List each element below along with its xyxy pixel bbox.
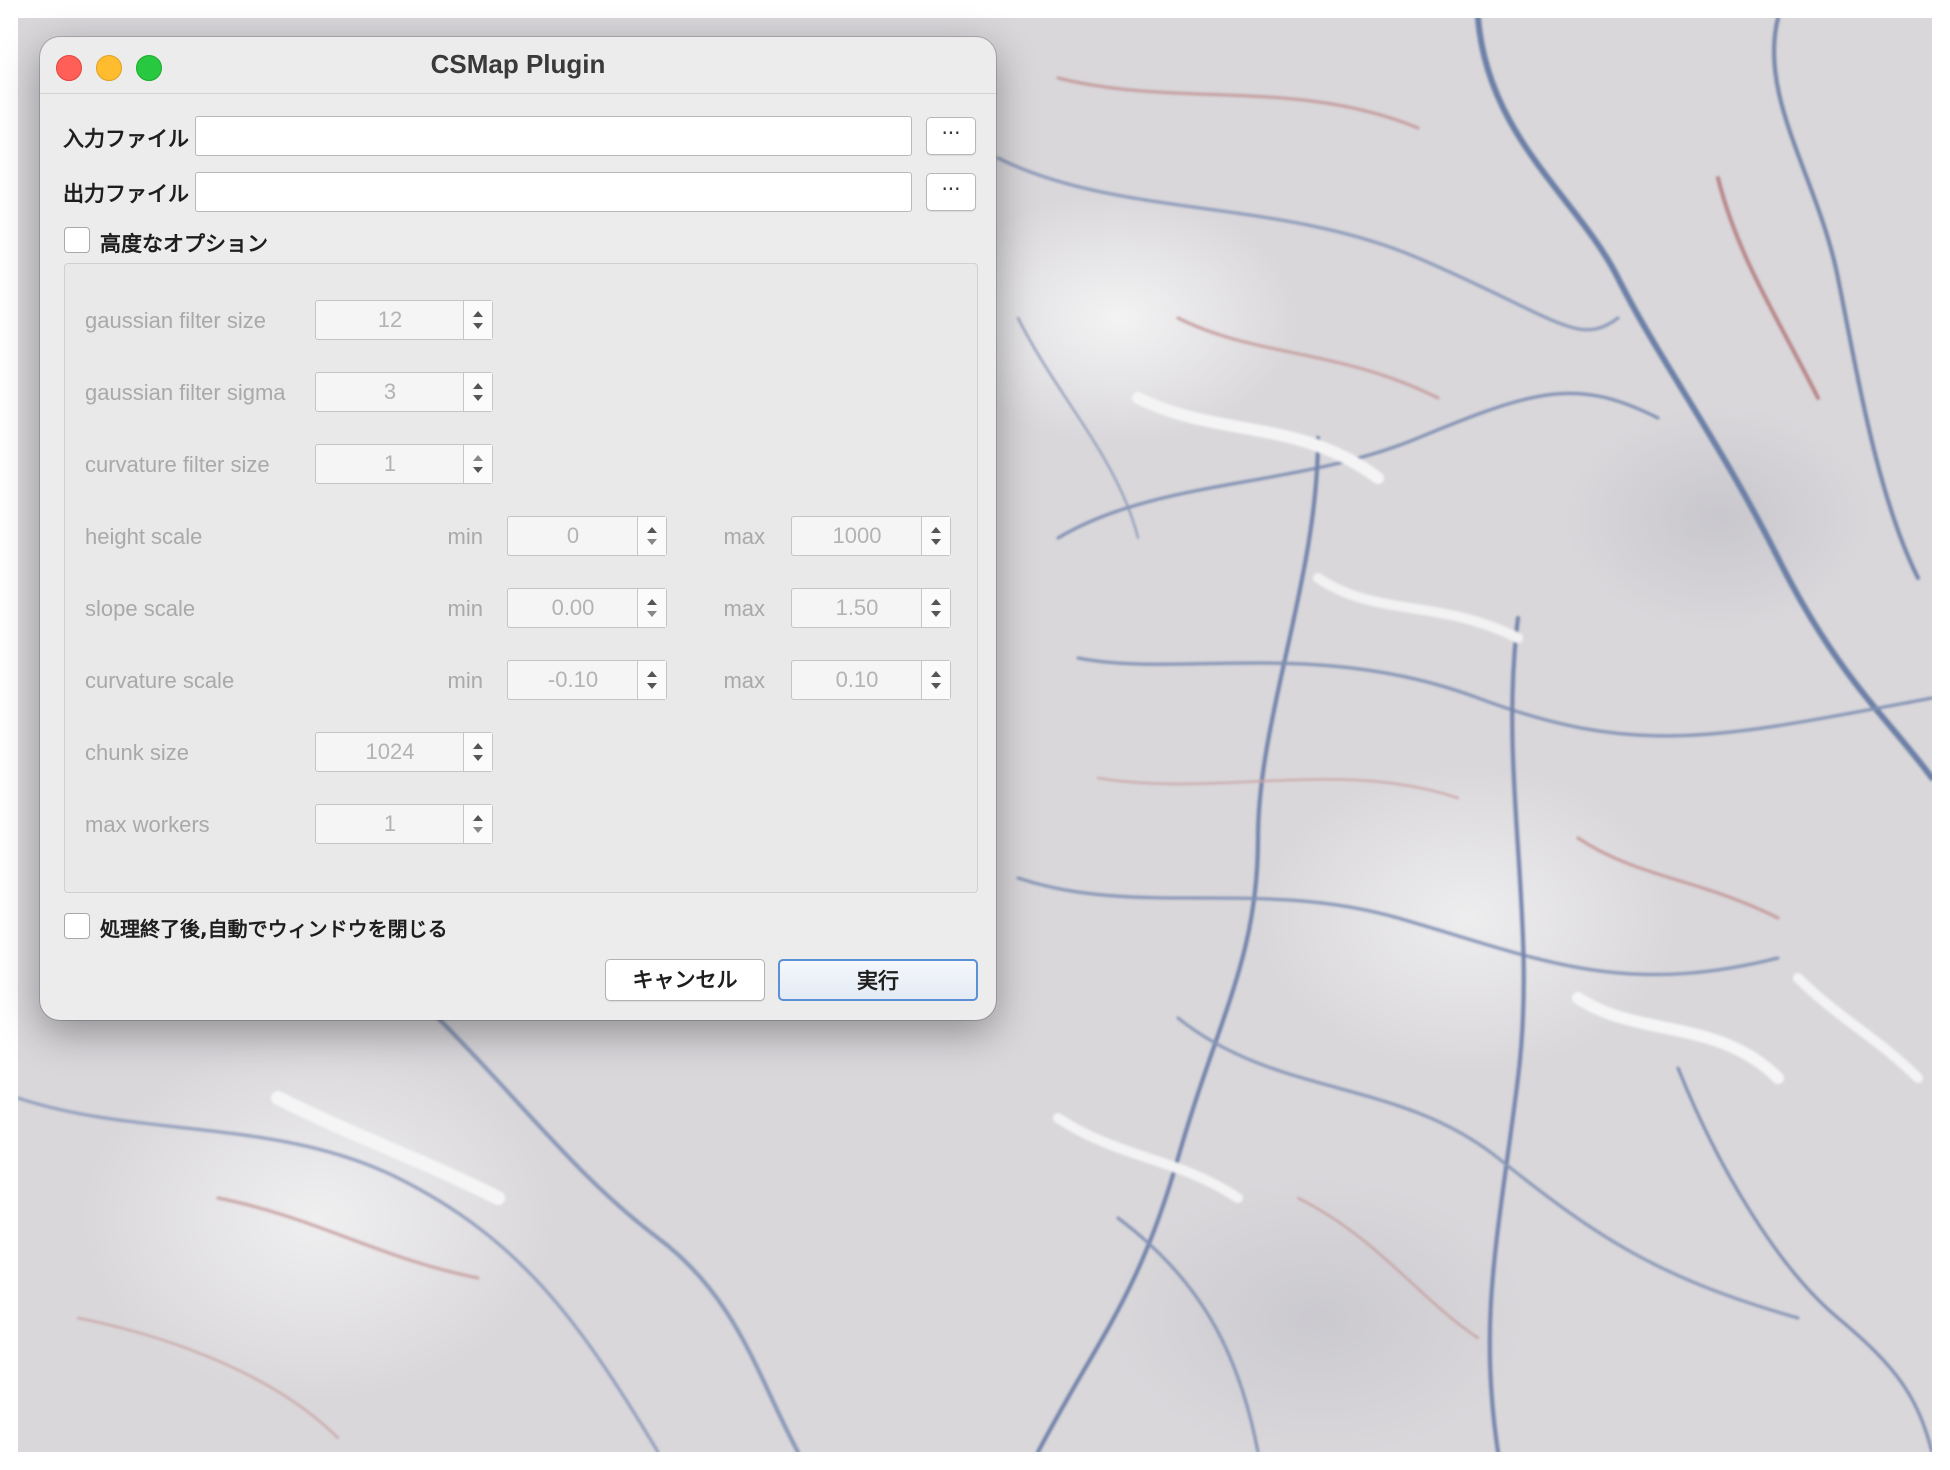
slope-scale-label: slope scale bbox=[85, 596, 196, 621]
spin-value: 3 bbox=[383, 379, 397, 404]
up-down-arrows-icon[interactable] bbox=[637, 589, 666, 627]
spin-value: 12 bbox=[377, 307, 403, 332]
up-down-arrows-icon[interactable] bbox=[463, 301, 492, 339]
title-bar[interactable]: CSMap Plugin bbox=[40, 37, 996, 94]
max-workers-spinbox[interactable]: 1 bbox=[315, 804, 493, 844]
slope-scale-min-label: min bbox=[447, 596, 483, 621]
curvature-scale-max-label: max bbox=[723, 668, 765, 693]
spin-value: 0.00 bbox=[551, 595, 595, 620]
curvature-scale-min-spinbox[interactable]: -0.10 bbox=[507, 660, 667, 700]
cancel-button[interactable]: キャンセル bbox=[605, 959, 765, 1001]
up-down-arrows-icon[interactable] bbox=[921, 589, 950, 627]
up-down-arrows-icon[interactable] bbox=[463, 805, 492, 843]
window-title: CSMap Plugin bbox=[430, 49, 606, 79]
advanced-options-checkbox[interactable] bbox=[64, 227, 90, 253]
spin-value: 0.10 bbox=[835, 667, 879, 692]
height-scale-label: height scale bbox=[85, 524, 203, 549]
gaussian-filter-sigma-label: gaussian filter sigma bbox=[85, 380, 286, 405]
gaussian-filter-size-spinbox[interactable]: 12 bbox=[315, 300, 493, 340]
spin-value: 1 bbox=[383, 811, 397, 836]
chunk-size-label: chunk size bbox=[85, 740, 189, 765]
curvature-scale-label: curvature scale bbox=[85, 668, 235, 693]
input-file-label: 入力ファイル bbox=[63, 127, 189, 151]
slope-scale-min-spinbox[interactable]: 0.00 bbox=[507, 588, 667, 628]
up-down-arrows-icon[interactable] bbox=[921, 517, 950, 555]
advanced-options-panel: gaussian filter size 12 gaussian filter … bbox=[64, 263, 978, 893]
curvature-scale-max-spinbox[interactable]: 0.10 bbox=[791, 660, 951, 700]
curvature-filter-size-spinbox[interactable]: 1 bbox=[315, 444, 493, 484]
up-down-arrows-icon[interactable] bbox=[463, 445, 492, 483]
height-scale-max-spinbox[interactable]: 1000 bbox=[791, 516, 951, 556]
spin-value: -0.10 bbox=[547, 667, 599, 692]
curvature-scale-min-label: min bbox=[447, 668, 483, 693]
gaussian-filter-sigma-spinbox[interactable]: 3 bbox=[315, 372, 493, 412]
spin-value: 1 bbox=[383, 451, 397, 476]
up-down-arrows-icon[interactable] bbox=[463, 373, 492, 411]
up-down-arrows-icon[interactable] bbox=[637, 661, 666, 699]
up-down-arrows-icon[interactable] bbox=[921, 661, 950, 699]
height-scale-min-label: min bbox=[447, 524, 483, 549]
advanced-options-label[interactable]: 高度なオプション bbox=[100, 228, 268, 258]
spin-value: 1000 bbox=[832, 523, 882, 548]
slope-scale-max-label: max bbox=[723, 596, 765, 621]
up-down-arrows-icon[interactable] bbox=[463, 733, 492, 771]
height-scale-min-spinbox[interactable]: 0 bbox=[507, 516, 667, 556]
auto-close-checkbox[interactable] bbox=[64, 913, 90, 939]
spin-value: 1.50 bbox=[835, 595, 879, 620]
auto-close-label[interactable]: 処理終了後,自動でウィンドウを閉じる bbox=[100, 913, 448, 942]
output-file-browse-button[interactable]: ··· bbox=[926, 173, 976, 211]
run-button[interactable]: 実行 bbox=[778, 959, 978, 1001]
csmap-plugin-dialog: CSMap Plugin 入力ファイル ··· 出力ファイル ··· 高度なオプ… bbox=[40, 37, 996, 1020]
output-file-field[interactable] bbox=[195, 172, 912, 212]
spin-value: 1024 bbox=[365, 739, 415, 764]
spin-value: 0 bbox=[566, 523, 580, 548]
gaussian-filter-size-label: gaussian filter size bbox=[85, 308, 266, 333]
height-scale-max-label: max bbox=[723, 524, 765, 549]
up-down-arrows-icon[interactable] bbox=[637, 517, 666, 555]
slope-scale-max-spinbox[interactable]: 1.50 bbox=[791, 588, 951, 628]
output-file-label: 出力ファイル bbox=[63, 182, 189, 206]
curvature-filter-size-label: curvature filter size bbox=[85, 452, 270, 477]
chunk-size-spinbox[interactable]: 1024 bbox=[315, 732, 493, 772]
max-workers-label: max workers bbox=[85, 812, 210, 837]
input-file-browse-button[interactable]: ··· bbox=[926, 117, 976, 155]
input-file-field[interactable] bbox=[195, 116, 912, 156]
